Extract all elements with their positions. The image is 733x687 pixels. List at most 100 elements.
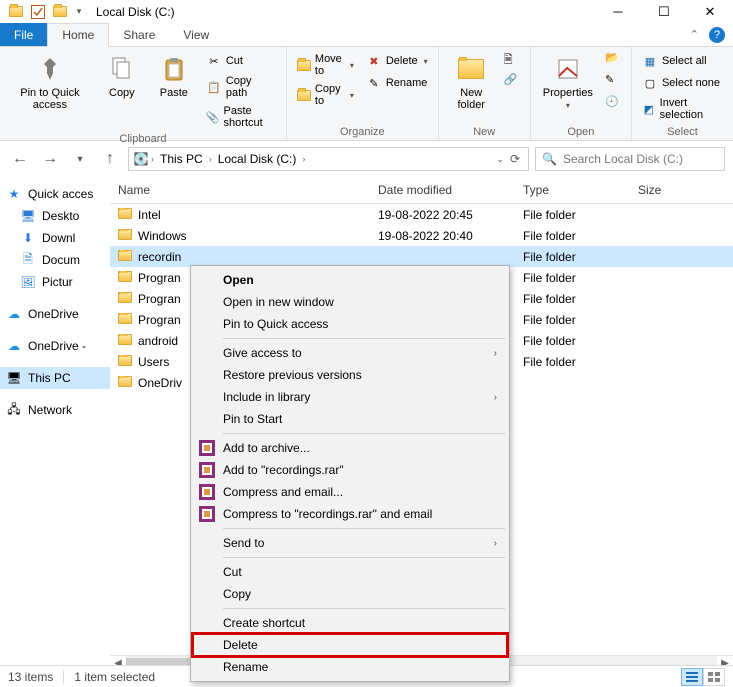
edit-icon[interactable]: ✎	[605, 73, 623, 91]
cut-button[interactable]: ✂Cut	[204, 51, 278, 71]
group-organize: Move to▾ Copy to▾ ✖Delete▾ ✎Rename Organ…	[287, 47, 439, 140]
downloads-icon: ⬇	[20, 230, 36, 246]
collapse-ribbon-icon[interactable]: ⌃	[684, 23, 705, 46]
pin-icon	[34, 53, 66, 85]
history-icon[interactable]: 🕘	[605, 95, 623, 113]
ctx-include-library[interactable]: Include in library›	[193, 386, 507, 408]
address-dropdown-icon[interactable]: ⌄	[496, 154, 504, 165]
open-icon[interactable]: 📂	[605, 51, 623, 69]
tree-onedrive[interactable]: ☁OneDrive	[0, 303, 110, 325]
help-icon[interactable]: ?	[709, 27, 725, 43]
group-organize-label: Organize	[295, 124, 430, 138]
rename-button[interactable]: ✎Rename	[364, 73, 430, 93]
ctx-open-new-window[interactable]: Open in new window	[193, 291, 507, 313]
ctx-rename[interactable]: Rename	[193, 656, 507, 678]
ctx-compress-rar-email[interactable]: Compress to "recordings.rar" and email	[193, 503, 507, 525]
file-tab[interactable]: File	[0, 23, 47, 46]
col-size[interactable]: Size	[630, 177, 733, 203]
share-tab[interactable]: Share	[109, 23, 169, 46]
recent-locations-button[interactable]: ▾	[68, 147, 92, 171]
paste-shortcut-icon: 📎	[206, 109, 220, 125]
breadcrumb-this-pc[interactable]: This PC	[156, 152, 207, 166]
home-tab[interactable]: Home	[47, 23, 109, 47]
col-name[interactable]: Name	[110, 177, 370, 203]
up-button[interactable]: ↑	[98, 147, 122, 171]
ctx-add-archive[interactable]: Add to archive...	[193, 437, 507, 459]
refresh-button[interactable]: ⟳	[510, 152, 520, 166]
tree-pictures[interactable]: 🖼Pictur	[0, 271, 110, 293]
address-bar[interactable]: 💽 › This PC › Local Disk (C:) › ⌄ ⟳	[128, 147, 529, 171]
ctx-pin-quick-access[interactable]: Pin to Quick access	[193, 313, 507, 335]
window-title: Local Disk (C:)	[96, 5, 175, 19]
breadcrumb-location[interactable]: Local Disk (C:)	[214, 152, 301, 166]
move-to-button[interactable]: Move to▾	[295, 51, 356, 79]
col-type[interactable]: Type	[515, 177, 630, 203]
ctx-delete[interactable]: Delete	[193, 634, 507, 656]
qat-folder-icon[interactable]	[52, 4, 68, 20]
tree-onedrive-personal[interactable]: ☁OneDrive -	[0, 335, 110, 357]
copy-button[interactable]: Copy	[100, 51, 144, 101]
tree-desktop[interactable]: 🖥Deskto	[0, 205, 110, 227]
ctx-pin-start[interactable]: Pin to Start	[193, 408, 507, 430]
ctx-send-to[interactable]: Send to›	[193, 532, 507, 554]
ctx-add-rar[interactable]: Add to "recordings.rar"	[193, 459, 507, 481]
winrar-icon	[199, 506, 215, 522]
invert-selection-button[interactable]: ◩Invert selection	[640, 95, 725, 123]
folder-icon	[118, 313, 132, 327]
new-item-icon[interactable]: 🗎	[504, 51, 522, 69]
quick-access-toolbar: ▾ Local Disk (C:)	[0, 4, 175, 20]
forward-button[interactable]: →	[38, 147, 62, 171]
col-date[interactable]: Date modified	[370, 177, 515, 203]
tree-quick-access[interactable]: ★Quick acces	[0, 183, 110, 205]
details-view-button[interactable]	[681, 668, 703, 686]
select-all-button[interactable]: ▦Select all	[640, 51, 725, 71]
copy-path-button[interactable]: 📋Copy path	[204, 73, 278, 101]
ribbon: Pin to Quick access Copy Paste ✂Cut 📋Cop…	[0, 47, 733, 141]
row-name: android	[138, 334, 178, 348]
ctx-cut[interactable]: Cut	[193, 561, 507, 583]
tree-this-pc[interactable]: 🖥This PC	[0, 367, 110, 389]
easy-access-icon[interactable]: 🔗	[504, 73, 522, 91]
row-name: Progran	[138, 271, 181, 285]
tree-downloads[interactable]: ⬇Downl	[0, 227, 110, 249]
folder-icon	[118, 376, 132, 390]
paste-button[interactable]: Paste	[152, 51, 196, 101]
pin-to-quick-access-button[interactable]: Pin to Quick access	[8, 51, 92, 113]
folder-icon	[118, 250, 132, 264]
qat-checkbox-icon[interactable]	[30, 4, 46, 20]
group-select: ▦Select all ▢Select none ◩Invert selecti…	[632, 47, 733, 140]
star-icon: ★	[6, 186, 22, 202]
ctx-open[interactable]: Open	[193, 269, 507, 291]
row-date: 19-08-2022 20:45	[370, 208, 515, 222]
search-box[interactable]: 🔍 Search Local Disk (C:)	[535, 147, 725, 171]
table-row[interactable]: recordinFile folder	[110, 246, 733, 267]
back-button[interactable]: ←	[8, 147, 32, 171]
table-row[interactable]: Intel19-08-2022 20:45File folder	[110, 204, 733, 225]
copy-to-icon	[297, 87, 311, 103]
ctx-restore-previous[interactable]: Restore previous versions	[193, 364, 507, 386]
close-button[interactable]: ✕	[687, 0, 733, 23]
tree-documents[interactable]: 🗎Docum	[0, 249, 110, 271]
properties-button[interactable]: Properties ▾	[539, 51, 597, 112]
qat-dropdown-icon[interactable]: ▾	[74, 4, 84, 20]
ctx-give-access-to[interactable]: Give access to›	[193, 342, 507, 364]
tree-network[interactable]: 🖧Network	[0, 399, 110, 421]
winrar-icon	[199, 484, 215, 500]
maximize-button[interactable]: ☐	[641, 0, 687, 23]
paste-shortcut-button[interactable]: 📎Paste shortcut	[204, 103, 278, 131]
table-row[interactable]: Windows19-08-2022 20:40File folder	[110, 225, 733, 246]
thumbnails-view-button[interactable]	[703, 668, 725, 686]
group-open-label: Open	[539, 124, 623, 138]
ctx-compress-email[interactable]: Compress and email...	[193, 481, 507, 503]
copy-to-button[interactable]: Copy to▾	[295, 81, 356, 109]
column-headers[interactable]: Name Date modified Type Size	[110, 177, 733, 204]
new-folder-button[interactable]: New folder	[447, 51, 496, 113]
minimize-button[interactable]: ─	[595, 0, 641, 23]
navigation-tree[interactable]: ★Quick acces 🖥Deskto ⬇Downl 🗎Docum 🖼Pict…	[0, 177, 110, 671]
ctx-copy[interactable]: Copy	[193, 583, 507, 605]
select-none-button[interactable]: ▢Select none	[640, 73, 725, 93]
view-tab[interactable]: View	[169, 23, 223, 46]
ctx-create-shortcut[interactable]: Create shortcut	[193, 612, 507, 634]
ribbon-tabs: File Home Share View ⌃ ?	[0, 23, 733, 47]
delete-button[interactable]: ✖Delete▾	[364, 51, 430, 71]
